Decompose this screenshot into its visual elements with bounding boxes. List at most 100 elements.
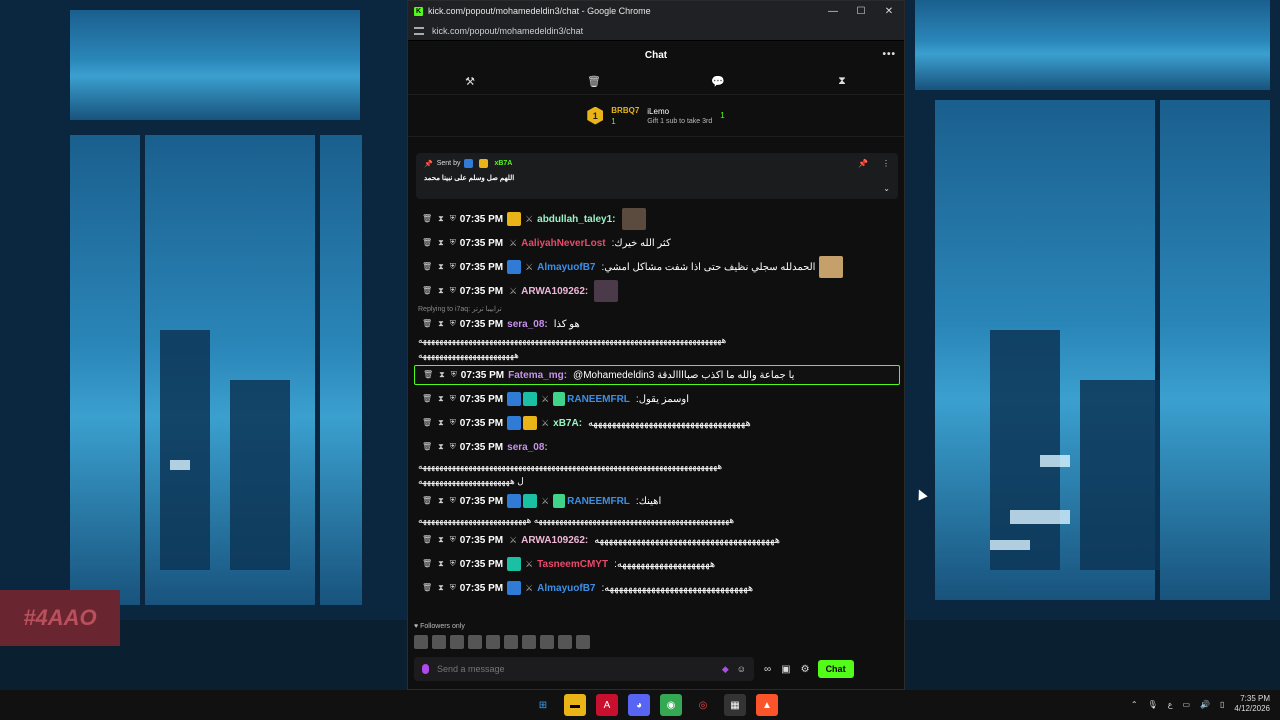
username[interactable]: AaliyahNeverLost: [521, 238, 605, 249]
chrome-icon[interactable]: ◉: [660, 694, 682, 716]
delete-icon[interactable]: 🗑: [422, 262, 432, 272]
hammer-icon[interactable]: ⚒: [460, 75, 480, 88]
shield-icon[interactable]: ⛨: [450, 496, 456, 506]
username[interactable]: Fatema_mg:: [508, 370, 567, 381]
delete-icon[interactable]: 🗑: [422, 496, 432, 506]
timeout-icon[interactable]: ⧗: [438, 238, 444, 248]
timeout-icon[interactable]: ⧗: [438, 442, 444, 452]
delete-icon[interactable]: 🗑: [422, 394, 432, 404]
shield-icon[interactable]: ⛨: [450, 319, 456, 329]
discord-icon[interactable]: ◕: [628, 694, 650, 716]
message-input[interactable]: [437, 664, 714, 674]
delete-icon[interactable]: 🗑: [422, 286, 432, 296]
emote-icon[interactable]: [432, 635, 446, 649]
windows-start-icon[interactable]: ⊞: [532, 694, 554, 716]
username[interactable]: abdullah_taley1:: [537, 214, 615, 225]
delete-icon[interactable]: 🗑: [422, 418, 432, 428]
emote-icon[interactable]: [576, 635, 590, 649]
username[interactable]: ARWA109262:: [521, 535, 588, 546]
timeout-icon[interactable]: ⧗: [438, 286, 444, 296]
delete-icon[interactable]: 🗑: [422, 559, 432, 569]
app-dark-icon[interactable]: ▦: [724, 694, 746, 716]
delete-icon[interactable]: 🗑: [423, 370, 433, 380]
chevron-up-icon[interactable]: ⌃: [1131, 700, 1138, 709]
minimize-button[interactable]: —: [828, 6, 838, 17]
unpin-icon[interactable]: 📌: [858, 159, 868, 168]
more-options-icon[interactable]: •••: [882, 49, 896, 60]
timeout-icon[interactable]: ⧗: [438, 496, 444, 506]
clock[interactable]: 7:35 PM 4/12/2026: [1234, 694, 1270, 714]
timeout-icon[interactable]: ⧗: [438, 319, 444, 329]
username[interactable]: sera_08:: [507, 319, 548, 330]
shield-icon[interactable]: ⛨: [450, 559, 456, 569]
emote-icon[interactable]: [450, 635, 464, 649]
delete-icon[interactable]: 🗑: [422, 535, 432, 545]
emote-icon[interactable]: [540, 635, 554, 649]
url-text[interactable]: kick.com/popout/mohamedeldin3/chat: [432, 26, 583, 36]
pinned-user[interactable]: xB7A: [494, 160, 512, 167]
chevron-down-icon[interactable]: ⌄: [883, 184, 890, 193]
emoji-icon[interactable]: ☺: [737, 664, 746, 674]
file-explorer-icon[interactable]: ▬: [564, 694, 586, 716]
timeout-icon[interactable]: ⧗: [438, 535, 444, 545]
gift-icon[interactable]: ▣: [781, 664, 790, 675]
hourglass-icon[interactable]: ⧗: [832, 75, 852, 88]
emote-icon[interactable]: [522, 635, 536, 649]
username[interactable]: ARWA109262:: [521, 286, 588, 297]
shield-icon[interactable]: ⛨: [450, 262, 456, 272]
shield-icon[interactable]: ⛨: [450, 238, 456, 248]
brave-icon[interactable]: ▲: [756, 694, 778, 716]
pin-menu-icon[interactable]: ⋮: [882, 159, 890, 168]
timeout-icon[interactable]: ⧗: [438, 418, 444, 428]
username[interactable]: sera_08:: [507, 442, 548, 453]
infinity-icon[interactable]: ∞: [764, 664, 771, 675]
username[interactable]: TasneemCMYT: [537, 559, 608, 570]
shield-icon[interactable]: ⛨: [450, 286, 456, 296]
chat-send-button[interactable]: Chat: [817, 660, 854, 678]
settings-icon[interactable]: ⚙: [801, 664, 810, 675]
delete-icon[interactable]: 🗑: [422, 238, 432, 248]
emote-icon[interactable]: [486, 635, 500, 649]
timeout-icon[interactable]: ⧗: [438, 262, 444, 272]
battery-icon[interactable]: ▯: [1220, 700, 1224, 709]
username[interactable]: RANEEMFRL: [567, 496, 630, 507]
shield-icon[interactable]: ⛨: [451, 370, 457, 380]
pinned-message[interactable]: 📌 Sent by xB7A اللهم صل وسلم على نبينا م…: [416, 153, 898, 199]
timeout-icon[interactable]: ⧗: [438, 559, 444, 569]
timeout-icon[interactable]: ⧗: [438, 214, 444, 224]
username[interactable]: xB7A:: [553, 418, 582, 429]
shield-icon[interactable]: ⛨: [450, 394, 456, 404]
username[interactable]: RANEEMFRL: [567, 394, 630, 405]
app-a-icon[interactable]: A: [596, 694, 618, 716]
shield-icon[interactable]: ⛨: [450, 214, 456, 224]
kick-emote-icon[interactable]: ◆: [722, 664, 729, 675]
delete-icon[interactable]: 🗑: [422, 583, 432, 593]
shield-icon[interactable]: ⛨: [450, 442, 456, 452]
username[interactable]: AlmayuofB7: [537, 262, 595, 273]
volume-icon[interactable]: 🔊: [1200, 700, 1210, 709]
language-indicator[interactable]: ع: [1168, 700, 1173, 709]
timeout-icon[interactable]: ⧗: [438, 394, 444, 404]
shield-icon[interactable]: ⛨: [450, 418, 456, 428]
emote-icon[interactable]: [468, 635, 482, 649]
shield-icon[interactable]: ⛨: [450, 535, 456, 545]
app-red-icon[interactable]: ◎: [692, 694, 714, 716]
emote-icon[interactable]: [504, 635, 518, 649]
close-button[interactable]: ✕: [884, 6, 894, 17]
emote-icon[interactable]: [414, 635, 428, 649]
maximize-button[interactable]: ☐: [856, 6, 866, 17]
emote-icon[interactable]: [558, 635, 572, 649]
delete-icon[interactable]: 🗑: [422, 442, 432, 452]
message-input-box[interactable]: ◆ ☺: [414, 657, 754, 681]
delete-icon[interactable]: 🗑: [422, 319, 432, 329]
timeout-icon[interactable]: ⧗: [439, 370, 445, 380]
microphone-icon[interactable]: [422, 664, 429, 674]
delete-icon[interactable]: 🗑: [422, 214, 432, 224]
address-bar[interactable]: kick.com/popout/mohamedeldin3/chat: [408, 21, 904, 41]
shield-icon[interactable]: ⛨: [450, 583, 456, 593]
chat-bubble-icon[interactable]: 💬: [708, 75, 728, 88]
site-info-icon[interactable]: [414, 26, 424, 35]
network-icon[interactable]: ▭: [1182, 700, 1190, 709]
username[interactable]: AlmayuofB7: [537, 583, 595, 594]
microphone-tray-icon[interactable]: 🎙: [1148, 700, 1158, 709]
